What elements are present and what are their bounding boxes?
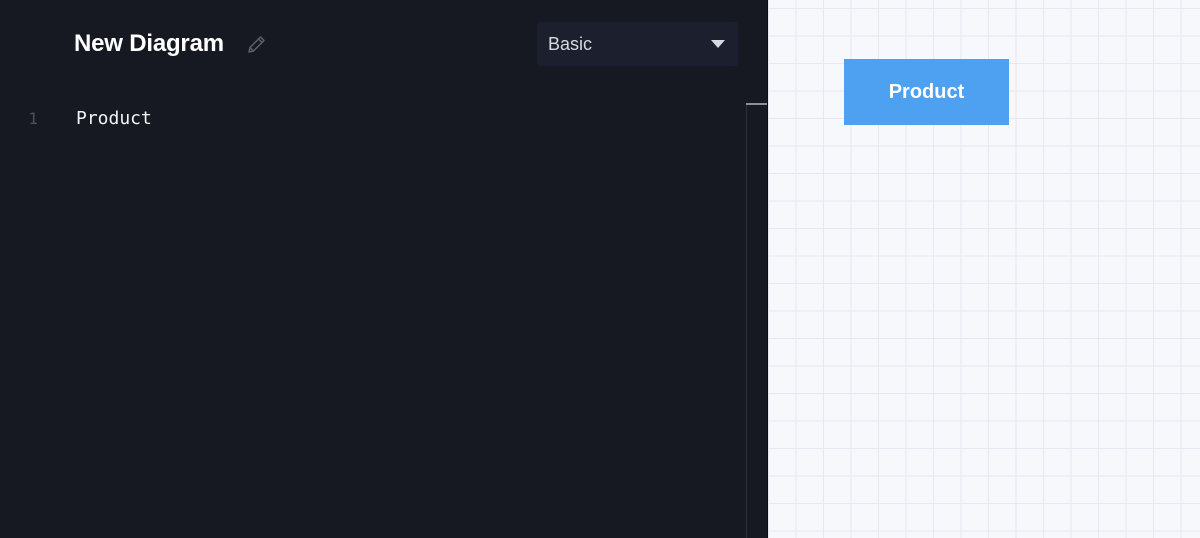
- app-window: New Diagram Basic 1 Product Product: [0, 0, 1200, 538]
- template-select[interactable]: Basic: [537, 22, 738, 66]
- scrollbar-thumb[interactable]: [746, 103, 767, 105]
- line-number: 1: [28, 109, 38, 128]
- diagram-canvas[interactable]: Product: [768, 0, 1200, 538]
- pencil-icon[interactable]: [246, 33, 268, 55]
- code-line: 1 Product: [0, 108, 746, 130]
- caret-down-icon: [711, 40, 725, 48]
- diagram-node[interactable]: Product: [844, 59, 1009, 125]
- editor-scrollbar[interactable]: [746, 104, 767, 538]
- code-line-text[interactable]: Product: [76, 108, 152, 130]
- code-editor[interactable]: 1 Product: [0, 104, 746, 538]
- editor-pane: New Diagram Basic 1 Product: [0, 0, 767, 538]
- template-select-value: Basic: [548, 34, 593, 54]
- diagram-title: New Diagram: [74, 30, 224, 57]
- diagram-node-label: Product: [888, 80, 965, 103]
